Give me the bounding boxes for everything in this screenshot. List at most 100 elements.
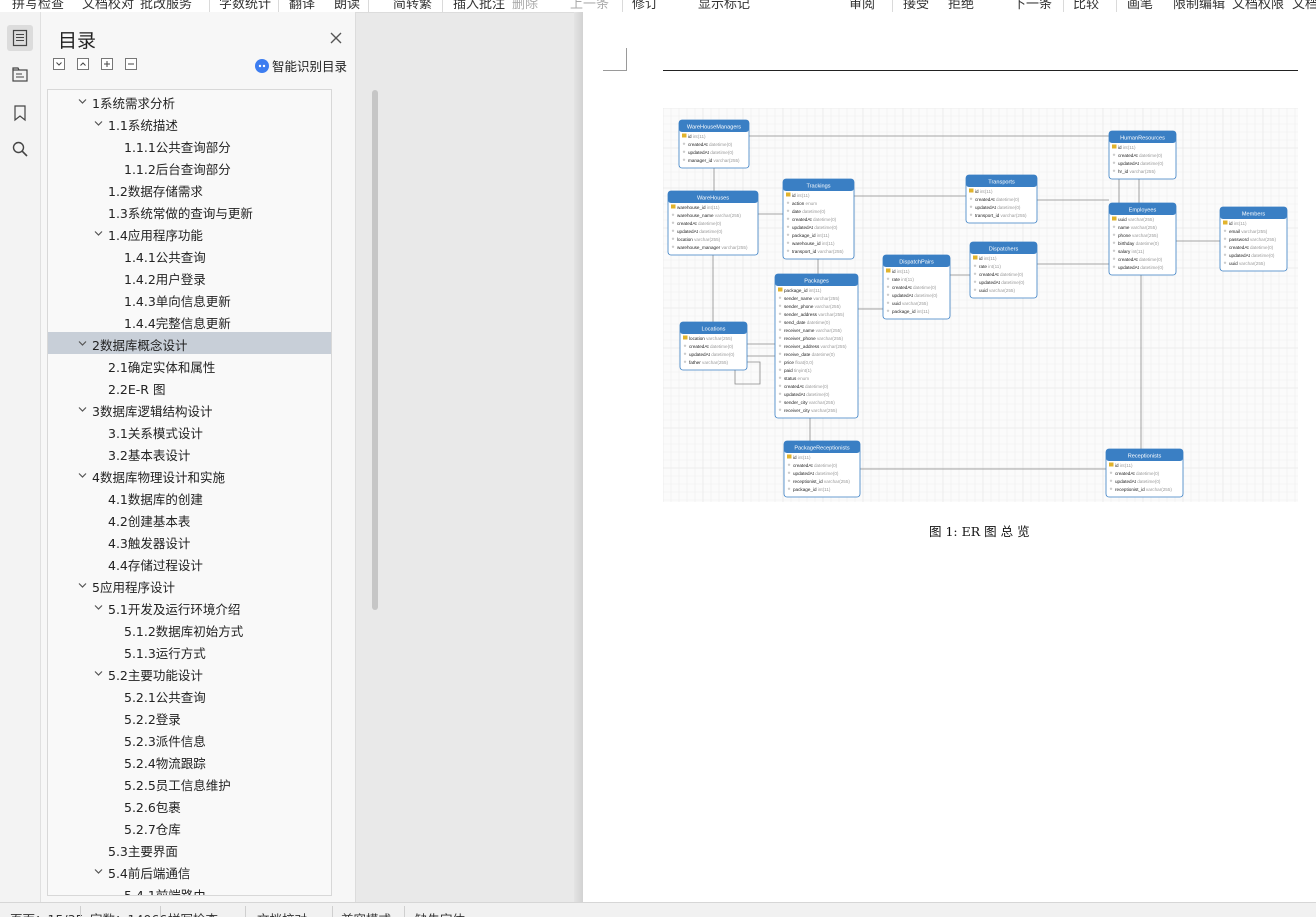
toc-item[interactable]: 1.2数据存储需求: [48, 178, 331, 200]
toc-scrollbar[interactable]: [372, 90, 378, 610]
toc-icon[interactable]: [7, 25, 33, 51]
er-table[interactable]: DispatchPairs id int(11) rate int(11) creat…: [882, 254, 951, 320]
er-table[interactable]: HumanResources id int(11) createdAt dateti…: [1108, 130, 1177, 180]
toc-item[interactable]: 5应用程序设计: [48, 574, 331, 596]
toc-item[interactable]: 5.2.1公共查询: [48, 684, 331, 706]
field-dot-icon: [1109, 479, 1113, 482]
er-table[interactable]: WareHouseswarehouse_id int(11)warehouse_…: [667, 190, 759, 256]
chevron-down-icon[interactable]: [94, 669, 103, 678]
toc-item[interactable]: 1.3系统常做的查询与更新: [48, 200, 331, 222]
toc-item[interactable]: 5.2.4物流跟踪: [48, 750, 331, 772]
chevron-down-icon[interactable]: [94, 867, 103, 876]
toc-item[interactable]: 4.2创建基本表: [48, 508, 331, 530]
toc-item[interactable]: 5.4.1前端路由: [48, 882, 331, 895]
insert-comment-button[interactable]: 插入批注: [453, 0, 505, 12]
er-table[interactable]: Dispatchers id int(11) rate int(11) created…: [969, 241, 1038, 299]
toc-item[interactable]: 5.4前后端通信: [48, 860, 331, 882]
field-dot-icon: [1112, 225, 1116, 228]
toc-item[interactable]: 5.1.2数据库初始方式: [48, 618, 331, 640]
toc-item[interactable]: 5.2.6包裹: [48, 794, 331, 816]
toc-item[interactable]: 5.2.5员工信息维护: [48, 772, 331, 794]
er-table[interactable]: Transports id int(11) createdAt datetime(0…: [965, 174, 1038, 224]
word-count-button[interactable]: 字数统计: [219, 0, 271, 12]
toc-item[interactable]: 4数据库物理设计和实施: [48, 464, 331, 486]
toc-item[interactable]: 1.4应用程序功能: [48, 222, 331, 244]
chevron-down-icon[interactable]: [94, 603, 103, 612]
er-table[interactable]: Employees uuid varchar(255) name varchar(2…: [1108, 202, 1177, 276]
toc-item[interactable]: 3.2基本表设计: [48, 442, 331, 464]
simplified-to-traditional-button[interactable]: 简转繁: [393, 0, 432, 12]
reject-button[interactable]: 拒绝: [948, 0, 974, 12]
toc-item[interactable]: 1.4.2用户登录: [48, 266, 331, 288]
toc-item[interactable]: 5.1.3运行方式: [48, 640, 331, 662]
er-diagram-figure[interactable]: WareHouseManagers id int(11) createdAt dat…: [663, 108, 1298, 502]
er-table[interactable]: Membersid int(11)email varchar(255)passw…: [1219, 206, 1288, 272]
review-button[interactable]: 审阅: [849, 0, 875, 12]
er-table[interactable]: Trackings id int(11) action enum date datet…: [782, 178, 855, 260]
toc-item[interactable]: 1.1.2后台查询部分: [48, 156, 331, 178]
search-icon[interactable]: [7, 136, 33, 162]
toc-item[interactable]: 5.2主要功能设计: [48, 662, 331, 684]
toc-item[interactable]: 2.2E-R 图: [48, 376, 331, 398]
expand-up-icon[interactable]: [77, 58, 89, 70]
toc-item[interactable]: 1.4.1公共查询: [48, 244, 331, 266]
er-table[interactable]: Receptionists id int(11) createdAt datetim…: [1105, 448, 1184, 498]
correction-service-button[interactable]: 批改服务: [140, 0, 192, 12]
toc-item[interactable]: 5.3主要界面: [48, 838, 331, 860]
toc-item[interactable]: 1.1.1公共查询部分: [48, 134, 331, 156]
prev-comment-button[interactable]: 上一条: [570, 0, 609, 12]
remove-heading-icon[interactable]: [125, 58, 137, 70]
toc-item[interactable]: 3数据库逻辑结构设计: [48, 398, 331, 420]
restrict-editing-button[interactable]: 限制编辑: [1173, 0, 1225, 12]
toc-item[interactable]: 5.2.3派件信息: [48, 728, 331, 750]
chevron-down-icon[interactable]: [78, 405, 87, 414]
chevron-down-icon[interactable]: [94, 229, 103, 238]
delete-comment-button[interactable]: 删除: [512, 0, 538, 12]
er-field-type: varchar(255): [1249, 237, 1277, 242]
er-table[interactable]: Locations location varchar(255) createdAt …: [679, 321, 748, 371]
chevron-down-icon[interactable]: [94, 119, 103, 128]
document-permission-button[interactable]: 文档权限: [1232, 0, 1284, 12]
track-changes-button[interactable]: 修订: [632, 0, 658, 12]
pen-button[interactable]: 画笔: [1127, 0, 1153, 12]
status-bar: 页面：15/35 字数：14066 拼写检查 文档校对 兼容模式 缺失字体: [0, 902, 1316, 917]
toc-item[interactable]: 3.1关系模式设计: [48, 420, 331, 442]
toc-item[interactable]: 5.2.7仓库: [48, 816, 331, 838]
er-table[interactable]: Packages package_id int(11) sender_name va…: [774, 273, 859, 419]
toc-item[interactable]: 4.4存储过程设计: [48, 552, 331, 574]
toc-item[interactable]: 1系统需求分析: [48, 90, 331, 112]
toc-item[interactable]: 1.4.3单向信息更新: [48, 288, 331, 310]
document-more-button[interactable]: 文档: [1292, 0, 1316, 12]
toc-item[interactable]: 2.1确定实体和属性: [48, 354, 331, 376]
chevron-down-icon[interactable]: [78, 471, 87, 480]
proofread-button[interactable]: 文档校对: [82, 0, 134, 12]
accept-button[interactable]: 接受: [903, 0, 929, 12]
chevron-down-icon[interactable]: [78, 97, 87, 106]
chevron-down-icon[interactable]: [78, 581, 87, 590]
toc-item[interactable]: 1.1系统描述: [48, 112, 331, 134]
compare-button[interactable]: 比较: [1073, 0, 1099, 12]
chevron-down-icon[interactable]: [78, 339, 87, 348]
spell-check-button[interactable]: 拼写检查: [12, 0, 64, 12]
read-aloud-button[interactable]: 朗读: [334, 0, 360, 12]
toc-item[interactable]: 4.3触发器设计: [48, 530, 331, 552]
toc-item[interactable]: 5.1开发及运行环境介绍: [48, 596, 331, 618]
prev-change-button[interactable]: 下一条: [1013, 0, 1052, 12]
add-heading-icon[interactable]: [101, 58, 113, 70]
bookmark-icon[interactable]: [7, 100, 33, 126]
collapse-all-icon[interactable]: [53, 58, 65, 70]
translate-button[interactable]: 翻译: [289, 0, 315, 12]
toc-item[interactable]: 1.4.4完整信息更新: [48, 310, 331, 332]
er-table[interactable]: WareHouseManagers id int(11) createdAt dat…: [678, 119, 750, 169]
er-table[interactable]: PackageReceptionists id int(11) createdAt …: [783, 440, 861, 498]
show-markup-button[interactable]: 显示标记: [698, 0, 750, 12]
outline-icon[interactable]: [7, 62, 33, 88]
close-icon[interactable]: [329, 30, 343, 44]
smart-toc-button[interactable]: 智能识别目录: [255, 56, 347, 75]
er-field-type: int(11): [816, 233, 830, 238]
field-dot-icon: [886, 285, 890, 288]
toc-item[interactable]: 2数据库概念设计: [48, 332, 331, 354]
toc-item[interactable]: 5.2.2登录: [48, 706, 331, 728]
toc-item[interactable]: 4.1数据库的创建: [48, 486, 331, 508]
er-field-name: createdAt: [979, 272, 999, 277]
